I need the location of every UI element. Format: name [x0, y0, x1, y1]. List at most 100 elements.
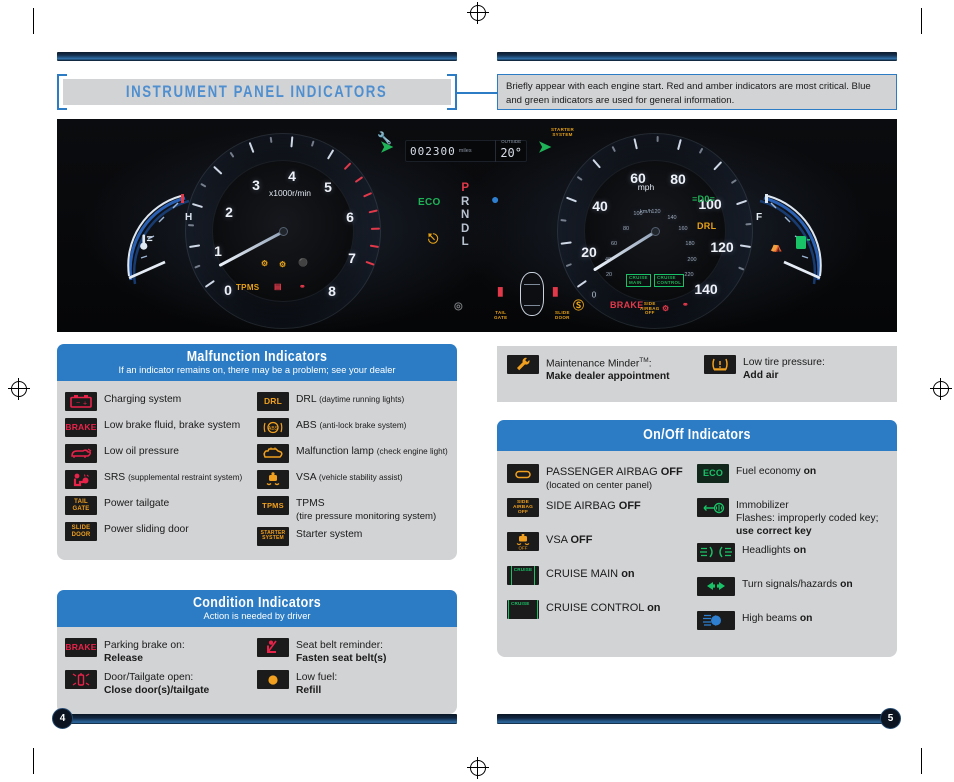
- instrument-cluster-photo: H 0 1 2 3 4 5 6 7 8 x1000r/min TPMS ▤ ⚭ …: [57, 119, 897, 332]
- kmh-label-220: 220: [684, 272, 694, 278]
- tach-label-1: 1: [214, 243, 222, 259]
- slidedoor-chip-text: SLIDE DOOR: [71, 525, 91, 538]
- brake-system-icon: BRAKE: [65, 418, 97, 437]
- vsa-label: VSA: [296, 472, 317, 483]
- cluster-high-beam-indicator: ●: [491, 191, 500, 207]
- odometer-unit: miles: [458, 148, 472, 154]
- list-item[interactable]: High beams on: [697, 609, 887, 643]
- passenger-airbag-state: OFF: [660, 466, 683, 478]
- cluster-door-open-diagram: [520, 272, 544, 316]
- fuel-economy-icon: ECO: [697, 464, 729, 483]
- list-item[interactable]: Low fuel: Refill: [257, 668, 449, 700]
- list-item[interactable]: − + Charging system: [65, 390, 257, 416]
- list-item[interactable]: SRS (supplemental restraint system): [65, 468, 257, 494]
- page-title: INSTRUMENT PANEL INDICATORS: [126, 82, 388, 101]
- cruise-main-state: on: [621, 568, 635, 580]
- kmh-label-80: 80: [622, 226, 630, 232]
- list-item[interactable]: CRUISECONTROL CRUISE CONTROL on: [507, 598, 697, 632]
- list-item[interactable]: TAIL GATE Power tailgate: [65, 494, 257, 520]
- kmh-label-100: 100: [633, 211, 643, 217]
- kmh-label-200: 200: [687, 257, 697, 263]
- cluster-turn-right-indicator: ➤: [538, 139, 552, 156]
- cruise-control-box: CRUISECONTROL: [507, 600, 539, 619]
- tach-label-6: 6: [346, 209, 354, 225]
- speedo-label-140: 140: [694, 281, 718, 297]
- cluster-drl-indicator: DRL: [697, 221, 717, 231]
- list-item[interactable]: VSA (vehicle stability assist): [257, 468, 449, 494]
- tach-label-8: 8: [328, 283, 336, 299]
- starter-system-icon: STARTER SYSTEM: [257, 526, 289, 546]
- kmh-label-140: 140: [667, 215, 677, 221]
- tach-hub: [278, 226, 288, 236]
- high-beam-label: High beams: [742, 612, 797, 624]
- list-item-label: PASSENGER AIRBAG OFF (located on center …: [546, 464, 683, 492]
- list-item[interactable]: STARTER SYSTEM Starter system: [257, 525, 449, 551]
- cluster-battery-indicator: ▤: [274, 282, 282, 291]
- cluster-cruise-control-indicator: CRUISE CONTROL: [654, 274, 685, 287]
- charging-system-icon: − +: [65, 392, 97, 411]
- onoff-indicators-panel: On/Off Indicators PASSENGER AIRBAG OFF (…: [497, 420, 897, 657]
- list-item-label: Malfunction lamp (check engine light): [296, 444, 448, 459]
- fuel-gauge: F: [750, 192, 842, 288]
- page-number-left: 4: [52, 708, 73, 729]
- list-item[interactable]: Low oil pressure: [65, 442, 257, 468]
- gear-r: R: [461, 195, 470, 208]
- list-item[interactable]: Malfunction lamp (check engine light): [257, 442, 449, 468]
- list-item[interactable]: Seat belt reminder: Fasten seat belt(s): [257, 636, 449, 668]
- seat-belt-label: Seat belt reminder:: [296, 640, 383, 651]
- list-item[interactable]: Immobilizer Flashes: improperly coded ke…: [697, 496, 887, 541]
- list-item[interactable]: BRAKE Low brake fluid, brake system: [65, 416, 257, 442]
- svg-text:ABS: ABS: [268, 426, 279, 432]
- list-item-label: Parking brake on: Release: [104, 638, 185, 666]
- list-item-label: Starter system: [296, 528, 363, 540]
- gear-position-display: P R N D L: [461, 182, 469, 250]
- list-item[interactable]: Door/Tailgate open: Close door(s)/tailga…: [65, 668, 257, 700]
- fuel-gauge-full-label: F: [756, 212, 763, 223]
- vsa-note: (vehicle stability assist): [318, 473, 403, 482]
- list-item[interactable]: SIDE AIRBAG OFF SIDE AIRBAG OFF: [507, 496, 697, 530]
- list-item[interactable]: Headlights on: [697, 541, 887, 575]
- malfunction-right-column: DRL DRL (daytime running lights) ABS ABS…: [257, 390, 449, 551]
- list-item[interactable]: ECO Fuel economy on: [697, 462, 887, 496]
- malfunction-heading: Malfunction Indicators: [186, 349, 328, 365]
- passenger-airbag-label: PASSENGER AIRBAG: [546, 466, 658, 478]
- list-item[interactable]: Maintenance MinderTM: Make dealer appoin…: [507, 355, 690, 393]
- starter-chip-text: STARTER SYSTEM: [260, 530, 286, 542]
- door-open-icon: [65, 670, 97, 689]
- eco-chip-text: ECO: [702, 468, 724, 478]
- drl-chip-text: DRL: [263, 396, 283, 407]
- list-item[interactable]: Low tire pressure: Add air: [704, 355, 887, 393]
- cluster-tpms-indicator: TPMS: [236, 283, 260, 292]
- brake-chip-text: BRAKE: [65, 422, 97, 433]
- list-item[interactable]: ABS ABS (anti-lock brake system): [257, 416, 449, 442]
- high-beam-icon: [697, 610, 735, 630]
- cluster-starter-system-indicator: STARTER SYSTEM: [551, 127, 575, 137]
- list-item[interactable]: Turn signals/hazards on: [697, 575, 887, 609]
- mil-note: (check engine light): [376, 447, 448, 456]
- power-tailgate-icon: TAIL GATE: [65, 496, 97, 515]
- outside-temp-label: OUTSIDE: [501, 138, 522, 144]
- list-item[interactable]: PASSENGER AIRBAG OFF (located on center …: [507, 462, 697, 496]
- list-item-label: Low tire pressure: Add air: [743, 355, 825, 383]
- condition-indicators-panel: Condition Indicators Action is needed by…: [57, 590, 457, 714]
- low-oil-pressure-icon: [65, 444, 97, 463]
- cluster-oil-indicator: ⚭: [299, 282, 307, 291]
- outside-temp-value: 20°: [500, 146, 522, 161]
- list-item[interactable]: TPMS TPMS (tire pressure monitoring syst…: [257, 494, 449, 525]
- high-beam-state: on: [799, 612, 813, 624]
- kmh-label-160: 160: [678, 226, 688, 232]
- cluster-wrench-indicator: 🔧: [377, 131, 393, 145]
- cluster-door-right: ▮: [552, 284, 559, 298]
- speedo-unit-mph: mph: [637, 182, 655, 192]
- list-item[interactable]: OFF VSA OFF: [507, 530, 697, 564]
- list-item[interactable]: SLIDE DOOR Power sliding door: [65, 520, 257, 546]
- registration-mark-top: [467, 2, 489, 24]
- list-item[interactable]: DRL DRL (daytime running lights): [257, 390, 449, 416]
- low-fuel-action: Refill: [296, 684, 322, 696]
- list-item[interactable]: BRAKE Parking brake on: Release: [65, 636, 257, 668]
- tach-label-4: 4: [288, 168, 296, 184]
- page-right-footer-rule: [497, 714, 897, 724]
- speedo-label-80: 80: [670, 171, 686, 187]
- list-item[interactable]: CRUISEMAIN CRUISE MAIN on: [507, 564, 697, 598]
- speedo-label-0: 0: [591, 290, 597, 300]
